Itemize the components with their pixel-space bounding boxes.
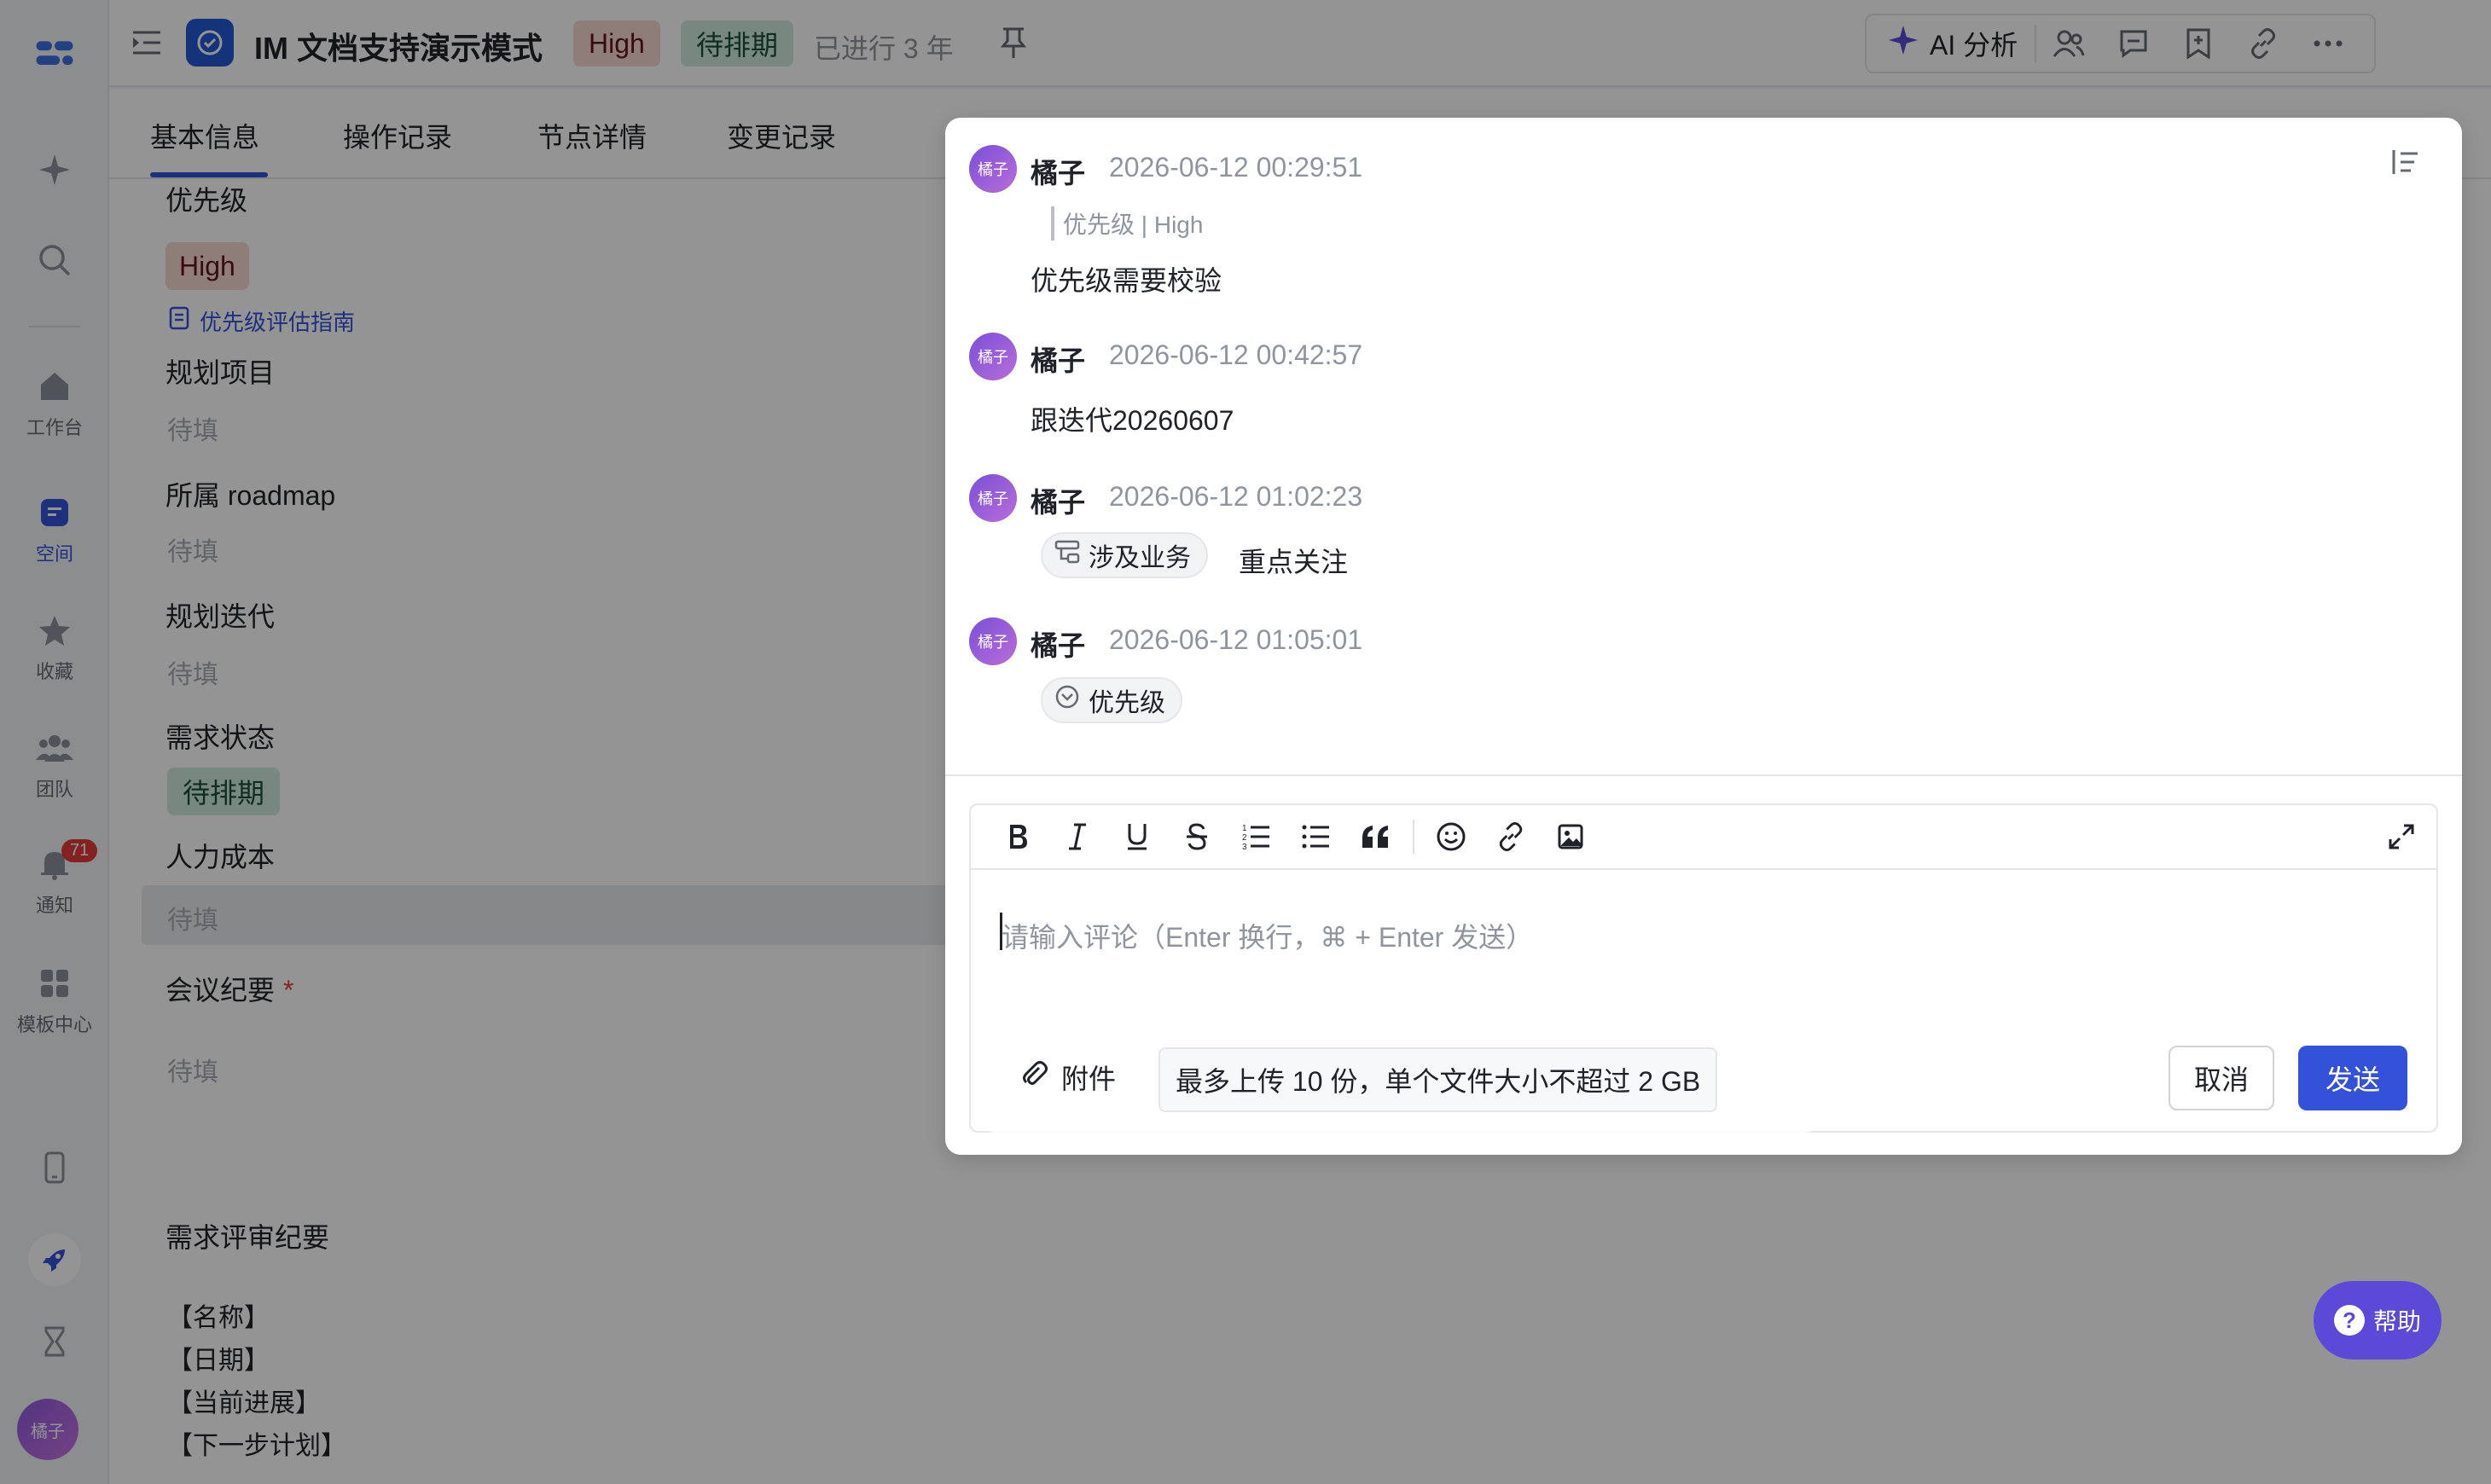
comment-text: 重点关注 (1239, 547, 1349, 577)
field-chip[interactable]: 优先级 (1041, 677, 1182, 723)
comment-text: 跟迭代20260607 (1031, 405, 1234, 436)
org-chart-icon (1054, 540, 1080, 571)
emoji-button[interactable] (1421, 815, 1481, 858)
help-label: 帮助 (2372, 1308, 2421, 1335)
insert-link-button[interactable] (1481, 815, 1541, 858)
field-chip[interactable]: 涉及业务 (1041, 532, 1208, 578)
attachment-spotlight: 附件 最多上传 10 份，单个文件大小不超过 2 GB (978, 1034, 1822, 1129)
bold-button[interactable] (988, 815, 1048, 858)
quote-field: 优先级 (1063, 212, 1135, 238)
comment-time: 2026-06-12 00:42:57 (1109, 339, 1363, 370)
help-icon: ? (2333, 1305, 2365, 1336)
italic-button[interactable] (1048, 815, 1107, 858)
comment-author: 橘子 (1031, 345, 1086, 376)
attach-limit-tooltip: 最多上传 10 份，单个文件大小不超过 2 GB (1158, 1047, 1718, 1112)
comment-time: 2026-06-12 01:05:01 (1109, 624, 1363, 655)
chip-label: 优先级 (1089, 689, 1165, 717)
attach-label: 附件 (1061, 1064, 1117, 1094)
insert-image-button[interactable] (1541, 815, 1600, 858)
quote-value: High (1153, 212, 1204, 238)
comment-author: 橘子 (1031, 158, 1086, 188)
comment-avatar: 橘子 (969, 474, 1017, 522)
svg-text:3: 3 (1242, 843, 1247, 851)
quote-button[interactable] (1346, 815, 1406, 858)
ordered-list-button[interactable]: 123 (1227, 815, 1286, 858)
svg-text:2: 2 (1242, 833, 1247, 843)
expand-editor-button[interactable] (2380, 817, 2423, 860)
comment-avatar: 橘子 (969, 333, 1017, 380)
comment-avatar: 橘子 (969, 617, 1017, 665)
comment-quote: 优先级 | High (1051, 206, 1203, 241)
chevron-circle-icon (1054, 684, 1080, 716)
comment-avatar: 橘子 (969, 145, 1017, 193)
chip-label: 涉及业务 (1089, 544, 1191, 572)
cancel-button[interactable]: 取消 (2169, 1046, 2274, 1110)
comment-time: 2026-06-12 01:02:23 (1109, 481, 1363, 512)
attach-button[interactable]: 附件 (1020, 1058, 1116, 1097)
comment-panel: 橘子 橘子 2026-06-12 00:29:51 优先级 | High 优先级… (945, 118, 2462, 1155)
toolbar-separator (1413, 820, 1414, 854)
svg-text:1: 1 (1242, 824, 1247, 833)
comment-text: 优先级需要校验 (1031, 265, 1222, 296)
bullet-list-button[interactable] (1286, 815, 1346, 858)
comment-time: 2026-06-12 00:29:51 (1109, 152, 1363, 183)
help-button[interactable]: ? 帮助 (2314, 1281, 2442, 1359)
comment-author: 橘子 (1031, 487, 1086, 518)
comment-author: 橘子 (1031, 630, 1086, 661)
strikethrough-button[interactable] (1167, 815, 1227, 858)
send-button[interactable]: 发送 (2298, 1046, 2407, 1110)
underline-button[interactable] (1107, 815, 1167, 858)
paperclip-icon (1020, 1059, 1048, 1095)
sort-icon[interactable] (2390, 147, 2424, 181)
comment-input[interactable]: 请输入评论（Enter 换行，⌘ + Enter 发送） (1002, 916, 1533, 955)
editor-toolbar: 123 (971, 805, 2436, 870)
expand-icon (2388, 823, 2415, 855)
panel-divider (945, 774, 2462, 776)
